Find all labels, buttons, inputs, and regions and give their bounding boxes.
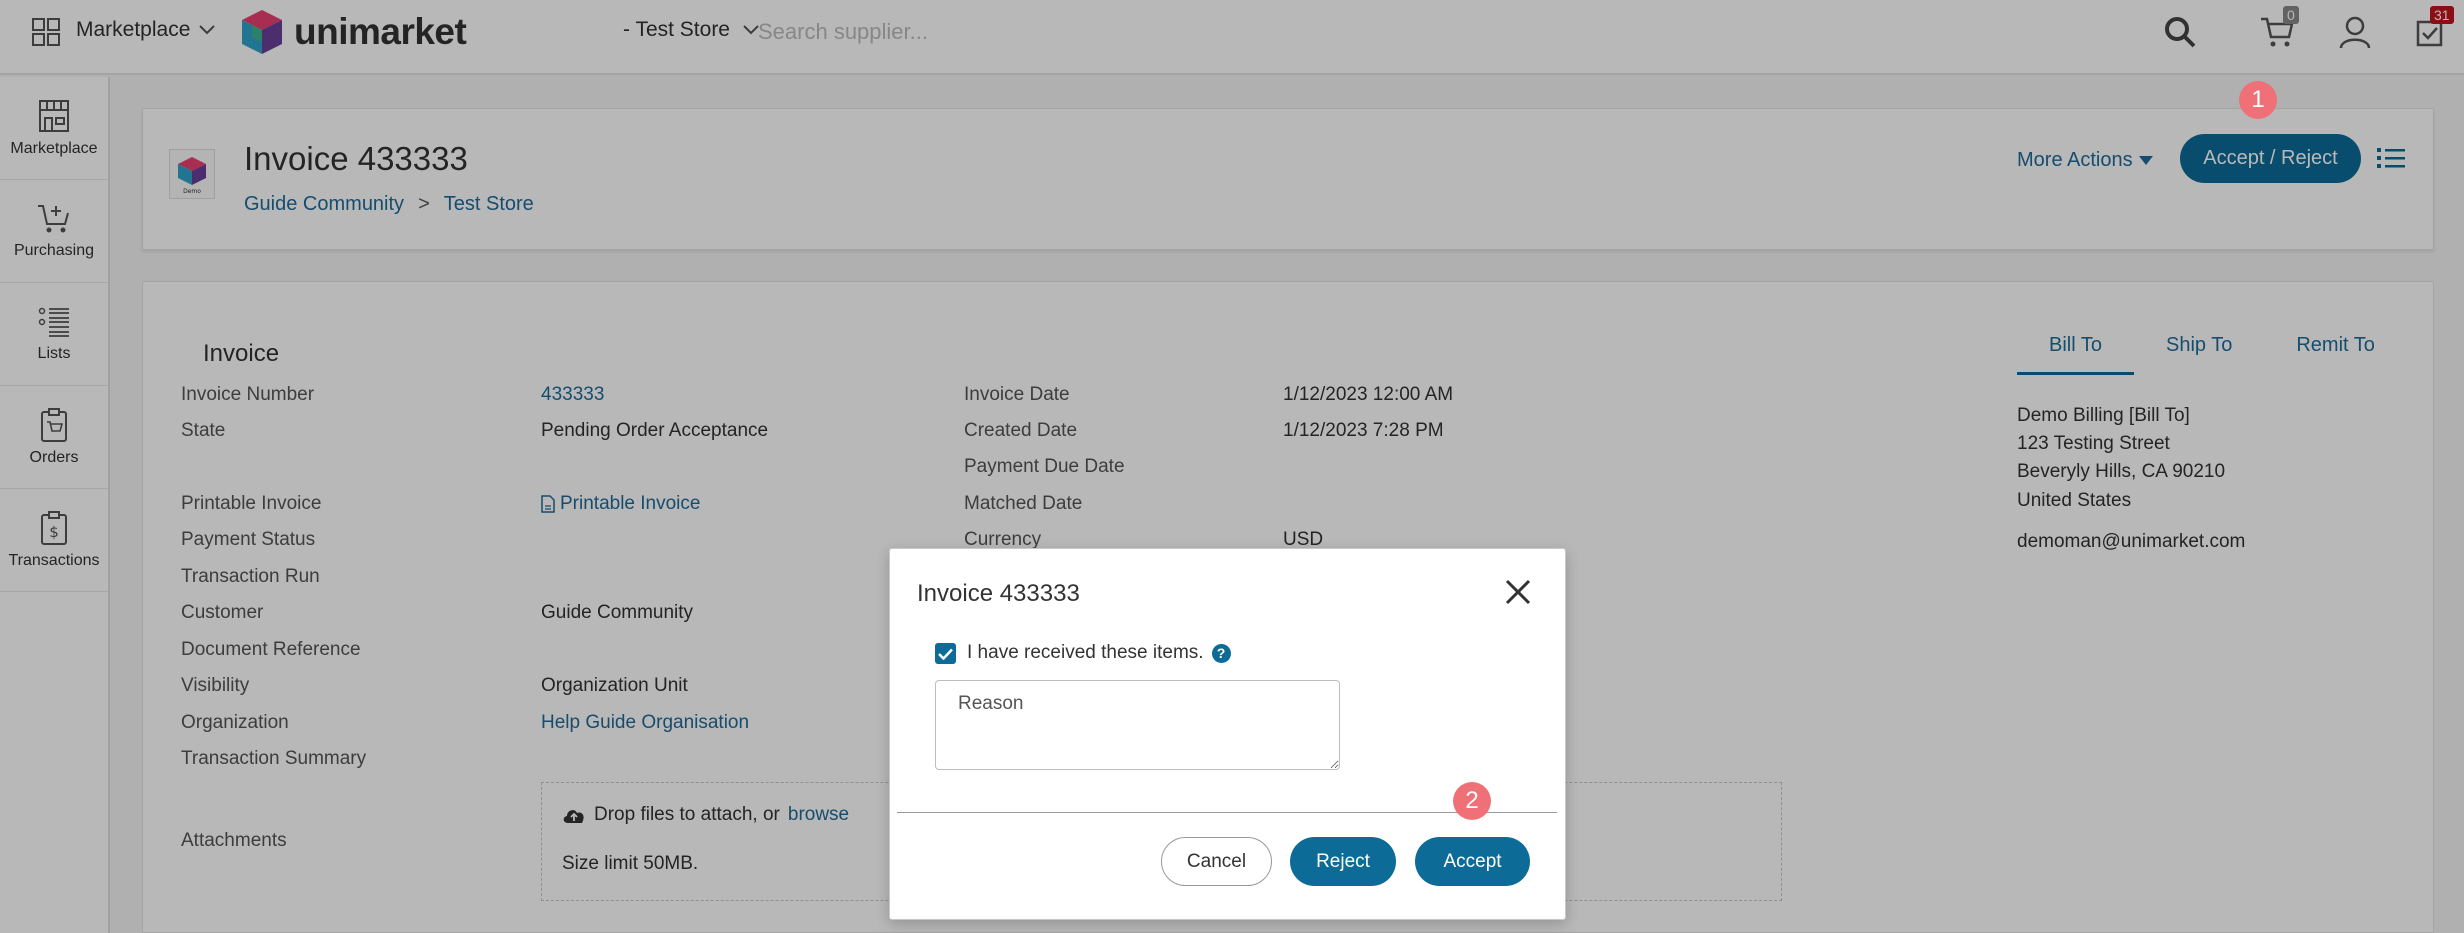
accept-button[interactable]: Accept	[1415, 837, 1530, 886]
reject-button[interactable]: Reject	[1290, 837, 1396, 886]
received-items-checkbox[interactable]	[935, 643, 956, 664]
cancel-button[interactable]: Cancel	[1161, 837, 1272, 886]
help-icon[interactable]: ?	[1211, 643, 1231, 663]
step-marker-2: 2	[1453, 782, 1491, 820]
accept-reject-dialog: Invoice 433333 I have received these ite…	[889, 548, 1566, 920]
dialog-title: Invoice 433333	[917, 580, 1080, 607]
close-icon[interactable]	[1503, 577, 1533, 607]
checkmark-icon	[938, 648, 953, 660]
step-marker-1: 1	[2239, 81, 2277, 119]
received-items-label: I have received these items. ?	[967, 642, 1231, 664]
reason-textarea[interactable]	[935, 680, 1340, 770]
received-items-text: I have received these items.	[967, 642, 1204, 663]
